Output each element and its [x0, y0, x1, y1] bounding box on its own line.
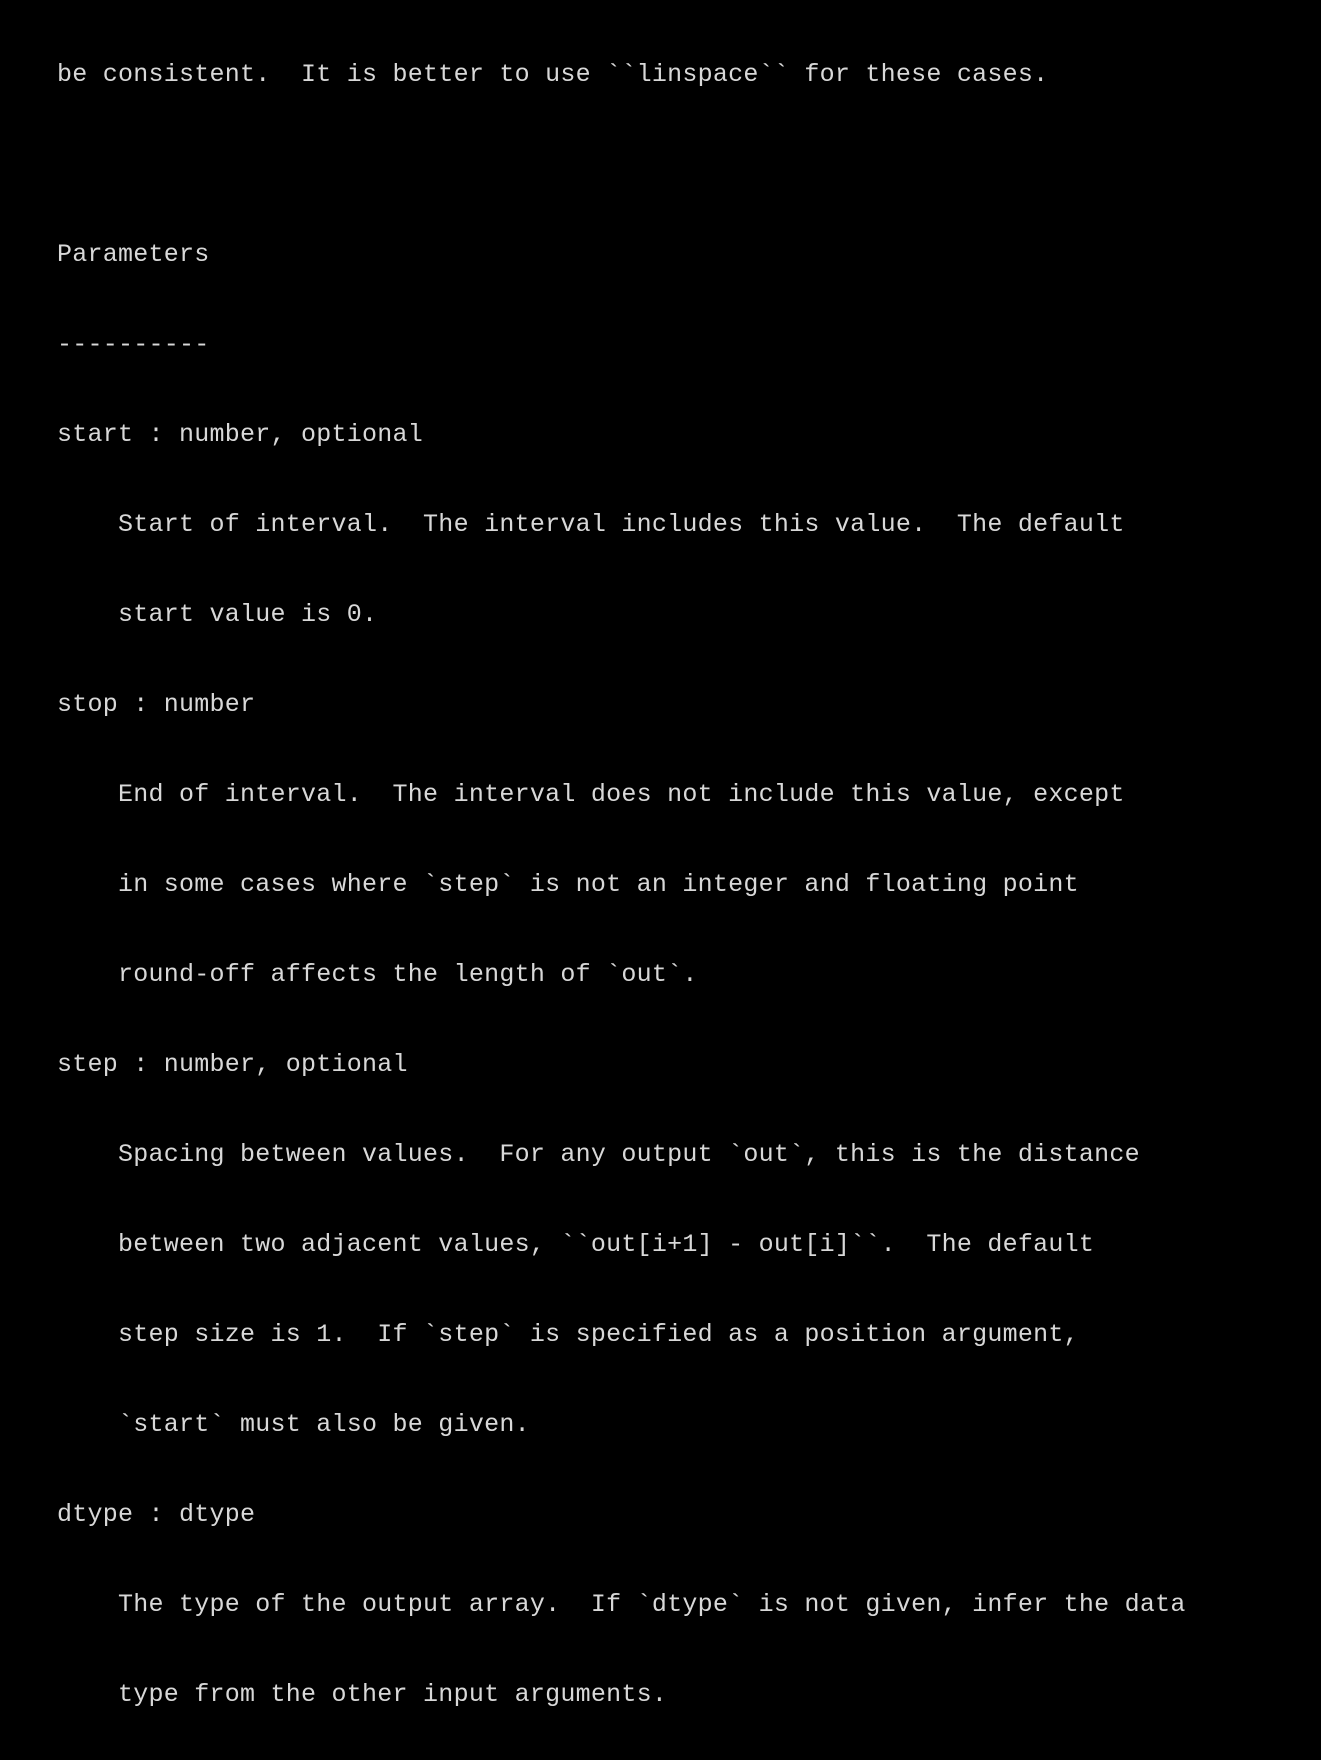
terminal-line: Spacing between values. For any output `…	[57, 1140, 1140, 1169]
terminal-window[interactable]: be consistent. It is better to use ``lin…	[0, 0, 1321, 1709]
terminal-line-param-stop: stop : number	[57, 690, 256, 719]
terminal-line: start value is 0.	[57, 600, 378, 629]
terminal-screen[interactable]: be consistent. It is better to use ``lin…	[57, 0, 1321, 1760]
terminal-line: End of interval. The interval does not i…	[57, 780, 1125, 809]
terminal-line-section-underline-parameters: ----------	[57, 330, 210, 359]
terminal-line: between two adjacent values, ``out[i+1] …	[57, 1230, 1095, 1259]
terminal-line: Start of interval. The interval includes…	[57, 510, 1125, 539]
terminal-line: `start` must also be given.	[57, 1410, 530, 1439]
terminal-line-section-heading-parameters: Parameters	[57, 240, 210, 269]
terminal-line: The type of the output array. If `dtype`…	[57, 1590, 1186, 1619]
terminal-line-param-step: step : number, optional	[57, 1050, 408, 1079]
terminal-line: round-off affects the length of `out`.	[57, 960, 698, 989]
terminal-line-param-dtype: dtype : dtype	[57, 1500, 256, 1529]
terminal-line: in some cases where `step` is not an int…	[57, 870, 1079, 899]
terminal-line: be consistent. It is better to use ``lin…	[57, 60, 1049, 89]
terminal-line: step size is 1. If `step` is specified a…	[57, 1320, 1079, 1349]
terminal-line-param-start: start : number, optional	[57, 420, 424, 449]
terminal-line: type from the other input arguments.	[57, 1680, 668, 1709]
